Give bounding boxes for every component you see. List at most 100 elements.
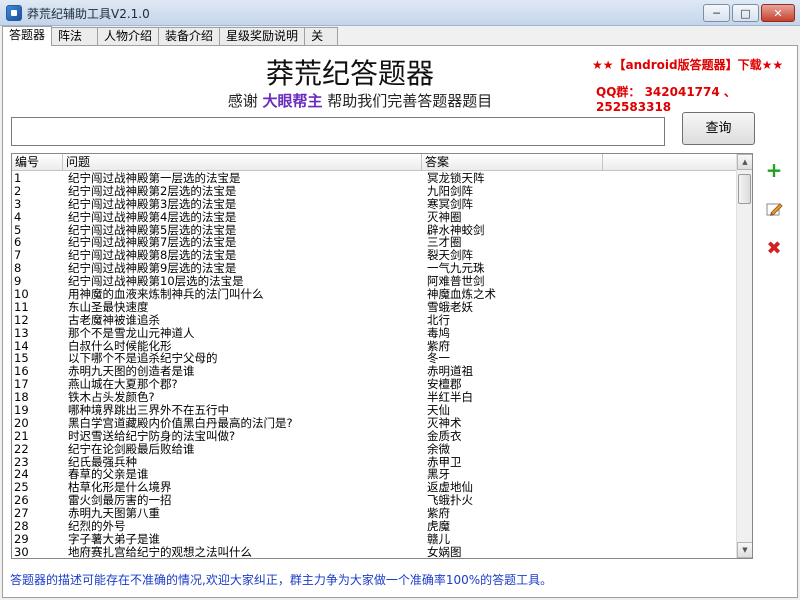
table-row[interactable]: 6 纪宁闯过战神殿第7层选的法宝是 三才圈 [12,236,737,249]
footer-note: 答题器的描述可能存在不准确的情况,欢迎大家纠正，群主力争为大家做一个准确率100… [10,573,553,587]
edit-icon[interactable] [765,200,783,218]
tab-formation[interactable]: 阵法 [51,27,99,46]
row-answer: 冬一 [427,352,450,366]
table-row[interactable]: 14 白叔什么时候能化形 紫府 [12,340,737,353]
table-row[interactable]: 20 黑白学宫道藏殿内价值黑白丹最高的法门是? 灭神术 [12,417,737,430]
row-question: 雷火剑最厉害的一招 [68,494,172,508]
row-question: 东山圣最快速度 [68,300,149,314]
row-question: 时迟雪送给纪宁防身的法宝叫做? [68,429,236,443]
table-row[interactable]: 17 燕山城在大夏那个郡? 安檀郡 [12,378,737,391]
row-number: 14 [14,339,29,353]
table-row[interactable]: 9 纪宁闯过战神殿第10层选的法宝是 阿难普世剑 [12,275,737,288]
row-answer: 虎魔 [427,520,450,533]
row-question: 枯草化形是什么境界 [68,481,172,495]
row-number: 16 [14,365,29,379]
row-question: 纪氏最强兵种 [68,455,137,469]
row-question: 纪宁闯过战神殿第3层选的法宝是 [68,197,237,211]
tab-strip: 答题器 阵法 人物介绍 装备介绍 星级奖励说明 关于 [2,26,339,60]
row-question: 那个不是雪龙山元神道人 [68,326,195,340]
table-row[interactable]: 8 纪宁闯过战神殿第9层选的法宝是 一气九元珠 [12,262,737,275]
android-download-link[interactable]: ★★【android版答题器】下载★★ [592,56,783,73]
row-question: 燕山城在大夏那个郡? [68,378,178,392]
table-row[interactable]: 24 春草的父亲是谁 黑牙 [12,468,737,481]
tab-about[interactable]: 关于 [304,27,339,60]
row-answer: 女娲图 [427,545,462,559]
row-number: 19 [14,404,29,417]
scroll-down-arrow-icon[interactable]: ▼ [737,542,752,558]
search-input[interactable] [11,117,665,146]
row-number: 25 [14,481,29,495]
row-number: 13 [14,326,29,340]
row-question: 纪宁闯过战神殿第一层选的法宝是 [68,172,241,185]
row-answer: 安檀郡 [427,378,462,392]
tab-star-rewards[interactable]: 星级奖励说明 [219,27,306,46]
tab-equipment[interactable]: 装备介绍 [158,27,221,46]
table-row[interactable]: 11 东山圣最快速度 雪蛾老妖 [12,301,737,314]
table-row[interactable]: 3 纪宁闯过战神殿第3层选的法宝是 寒冥剑阵 [12,198,737,211]
column-header-number[interactable]: 编号 [12,154,63,171]
column-header-empty [603,154,752,171]
table-row[interactable]: 16 赤明九天图的创造者是谁 赤明道祖 [12,365,737,378]
table-row[interactable]: 22 纪宁在论剑殿最后败给谁 余微 [12,443,737,456]
table-row[interactable]: 1 纪宁闯过战神殿第一层选的法宝是 冥龙锁天阵 [12,172,737,185]
column-header-answer[interactable]: 答案 [422,154,603,171]
tab-answer-tool[interactable]: 答题器 [2,26,53,46]
row-answer: 雪蛾老妖 [427,300,473,314]
helper-name: 大眼帮主 [262,92,323,110]
vertical-scrollbar[interactable]: ▲ ▼ [736,154,752,558]
table-row[interactable]: 28 纪烈的外号 虎魔 [12,520,737,533]
add-icon[interactable]: + [765,160,783,180]
table-row[interactable]: 7 纪宁闯过战神殿第8层选的法宝是 裂天剑阵 [12,249,737,262]
table-row[interactable]: 15 以下哪个不是追杀纪宁父母的 冬一 [12,352,737,365]
table-row[interactable]: 26 雷火剑最厉害的一招 飞蛾扑火 [12,494,737,507]
row-number: 22 [14,442,29,456]
row-answer: 半红半白 [427,391,473,405]
row-question: 字子薯大弟子是谁 [68,532,160,546]
table-row[interactable]: 30 地府赛扎宫给纪宁的观想之法叫什么 女娲图 [12,545,737,559]
row-answer: 一气九元珠 [427,262,485,276]
column-header-question[interactable]: 问题 [63,154,422,171]
table-row[interactable]: 19 哪种境界跳出三界外不在五行中 天仙 [12,404,737,417]
row-number: 17 [14,378,29,392]
table-row[interactable]: 4 纪宁闯过战神殿第4层选的法宝是 灭神圈 [12,211,737,224]
table-row[interactable]: 27 赤明九天图第八重 紫府 [12,507,737,520]
row-number: 12 [14,313,29,327]
scroll-up-arrow-icon[interactable]: ▲ [737,154,752,170]
row-number: 11 [14,300,29,314]
row-answer: 黑牙 [427,468,450,482]
row-answer: 阿难普世剑 [427,275,485,289]
maximize-button[interactable]: □ [732,4,759,22]
tab-characters[interactable]: 人物介绍 [97,27,160,46]
table-row[interactable]: 5 纪宁闯过战神殿第5层选的法宝是 辟水神蛟剑 [12,224,737,237]
table-row[interactable]: 10 用神魔的血液来炼制神兵的法门叫什么 神魔血炼之术 [12,288,737,301]
table-row[interactable]: 29 字子薯大弟子是谁 赣儿 [12,533,737,546]
query-button[interactable]: 查询 [682,112,755,145]
close-button[interactable]: ✕ [761,4,795,22]
row-number: 7 [14,249,22,263]
table-row[interactable]: 21 时迟雪送给纪宁防身的法宝叫做? 金质衣 [12,430,737,443]
row-number: 6 [14,236,22,250]
table-row[interactable]: 2 纪宁闯过战神殿第2层选的法宝是 九阳剑阵 [12,185,737,198]
row-number: 4 [14,210,22,224]
minimize-button[interactable]: ─ [703,4,730,22]
table-row[interactable]: 25 枯草化形是什么境界 返虚地仙 [12,481,737,494]
row-question: 古老魔神被谁追杀 [68,313,160,327]
delete-icon[interactable]: ✖ [765,240,783,258]
row-answer: 飞蛾扑火 [427,494,473,508]
row-answer: 三才圈 [427,236,462,250]
row-question: 用神魔的血液来炼制神兵的法门叫什么 [68,288,264,301]
table-row[interactable]: 13 那个不是雪龙山元神道人 毒鸠 [12,327,737,340]
question-list[interactable]: 编号 问题 答案 1 纪宁闯过战神殿第一层选的法宝是 冥龙锁天阵 2 纪宁闯过战神殿第2… [11,153,753,559]
table-row[interactable]: 18 铁木占头发颜色? 半红半白 [12,391,737,404]
row-number: 3 [14,197,22,211]
table-row[interactable]: 23 纪氏最强兵种 赤甲卫 [12,456,737,469]
row-question: 地府赛扎宫给纪宁的观想之法叫什么 [68,545,252,559]
app-icon [6,5,22,21]
page-title: 莽荒纪答题器 [265,57,434,90]
table-row[interactable]: 12 古老魔神被谁追杀 北行 [12,314,737,327]
row-number: 1 [14,172,22,185]
row-answer: 九阳剑阵 [427,184,473,198]
row-number: 18 [14,391,29,405]
scroll-thumb[interactable] [738,174,751,204]
row-question: 以下哪个不是追杀纪宁父母的 [68,352,218,366]
